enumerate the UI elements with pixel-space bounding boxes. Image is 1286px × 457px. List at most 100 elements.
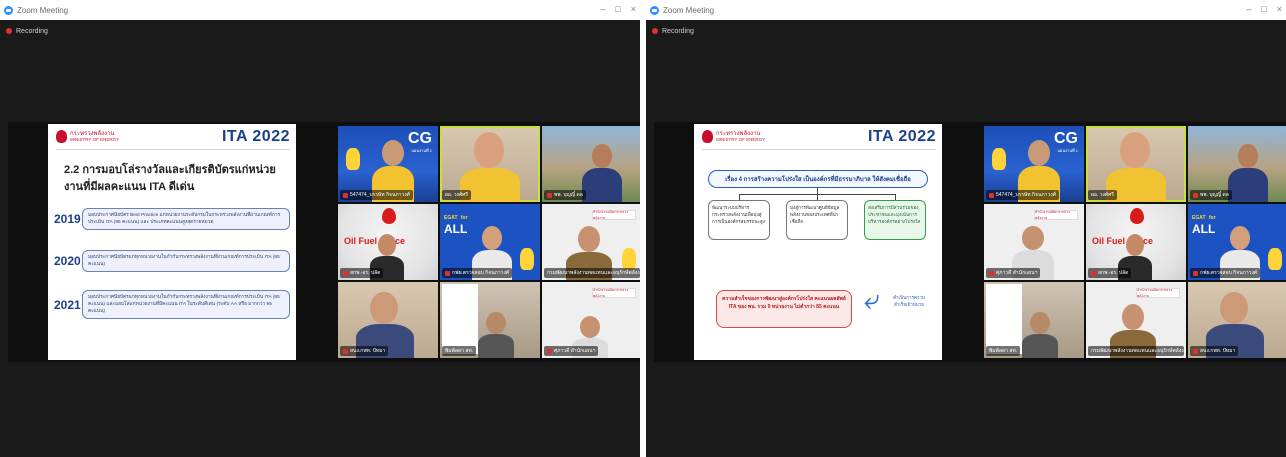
participant-name: ผอ. วงศ์ศรี [442,190,471,200]
ita-logo: ITA 2022 [221,128,290,145]
participant-tile[interactable]: พิมพ์ลดา สท. [440,282,540,358]
mic-muted-icon [989,192,994,198]
participant-name: กฟผ.ตรวจสอบ กิจนภาวงศ์ [1190,268,1261,278]
maximize-button[interactable]: □ [615,4,620,14]
slide-divider [56,149,290,150]
year-label: 2020 [54,254,81,268]
recording-dot-icon [6,28,12,34]
participant-grid: CG แผนงานที่ 1 547474_บรรษัท กิจนภาวงศ์ … [984,126,1286,358]
participant-head [482,226,502,250]
participant-tile[interactable]: EGAT for ALL กฟผ.ตรวจสอบ กิจนภาวงศ์ [1188,204,1286,280]
participant-body [582,168,622,202]
participant-tile[interactable]: CG แผนงานที่ 1 547474_บรรษัท กิจนภาวงศ์ [338,126,438,202]
participant-head [1238,144,1258,168]
recording-dot-icon [652,28,658,34]
participant-tile-active-speaker[interactable]: ผอ. วงศ์ศรี [440,126,540,202]
slide-title: เรื่อง 4 การสร้างความโปร่งใส เป็นองค์กรท… [708,170,928,188]
window-title: Zoom Meeting [663,5,715,15]
minimize-button[interactable]: – [600,4,605,14]
participant-tile[interactable]: สนง.กพท. ปัทมา [338,282,438,358]
mic-muted-icon [343,348,348,354]
slide-heading: 2.2 การมอบโล่รางวัลและเกียรติบัตรแก่หน่ว… [64,164,276,193]
participant-tile[interactable]: สำนักงานปลัดกระทรวงพลังงาน ศุภาวดี สำนัก… [542,282,640,358]
participant-grid: CG แผนงานที่ 1 547474_บรรษัท กิจนภาวงศ์ … [338,126,640,358]
ministry-emblem-icon [702,130,713,143]
cg-logo: CG [1054,130,1078,147]
participant-tile[interactable]: EGAT for ALL กฟผ.ตรวจสอบ กิจนภาวงศ์ [440,204,540,280]
mic-muted-icon [547,348,552,354]
mascot-icon [992,148,1006,170]
strategy-box: มุ่งสู่การพัฒนาศูนย์ข้อมูลพลังงานของประเ… [786,200,848,240]
cg-logo-caption: แผนงานที่ 1 [411,148,432,153]
mic-muted-icon [1091,270,1096,276]
ministry-logo: กระทรวงพลังงาน MINISTRY OF ENERGY [702,130,765,143]
participant-tile[interactable]: CG แผนงานที่ 1 547474_บรรษัท กิจนภาวงศ์ [984,126,1084,202]
participant-tile-active-speaker[interactable]: ผอ. วงศ์ศรี [1086,126,1186,202]
meeting-background [0,362,640,457]
year-row-2021: 2021 มอบประกาศนียบัตรแก่ทุกหน่วยงานในกำก… [54,290,290,319]
participant-head [1122,304,1144,330]
year-row-2020: 2020 มอบประกาศนียบัตรแก่ทุกหน่วยงานในกำก… [54,250,290,272]
close-button[interactable]: × [1277,4,1282,14]
meeting-background [646,362,1286,457]
slide-header: กระทรวงพลังงาน MINISTRY OF ENERGY ITA 20… [48,124,296,150]
participant-tile[interactable]: พพ. บุญญิ์ ดล [1188,126,1286,202]
title-bar: Zoom Meeting – □ × [646,0,1286,20]
year-label: 2019 [54,212,81,226]
egat-for-all-logo: EGAT for ALL [1192,215,1216,236]
year-description: มอบประกาศนียบัตรแก่ทุกหน่วยงานในกำกับกระ… [82,250,290,272]
mic-muted-icon [547,192,552,198]
participant-tile[interactable]: สนง.กพท. ปัทมา [1188,282,1286,358]
participant-head [370,292,398,324]
participant-head [1022,226,1044,250]
participant-name: สกพ.-อร. ปลัด [1088,268,1132,278]
recording-label: Recording [16,27,48,35]
participant-name: ศุภาวดี สำนักแผนฯ [986,268,1041,278]
participant-tile[interactable]: Oil Fuel Office สกพ.-อร. ปลัด [338,204,438,280]
mic-muted-icon [1193,348,1198,354]
participant-head [1230,226,1250,250]
year-label: 2021 [54,297,81,312]
participant-name: พพ. บุญญิ์ ดล [544,190,586,200]
participant-tile[interactable]: พิมพ์ลดา สท. [984,282,1084,358]
meeting-content: กระทรวงพลังงาน MINISTRY OF ENERGY ITA 20… [654,122,1286,362]
participant-tile[interactable]: Oil Fuel Office สกพ.-อร. ปลัด [1086,204,1186,280]
zoom-logo-icon [4,5,13,15]
mic-muted-icon [343,192,348,198]
participant-body [1228,168,1268,202]
title-bar: Zoom Meeting – □ × [0,0,640,20]
mic-muted-icon [445,270,450,276]
maximize-button[interactable]: □ [1261,4,1266,14]
participant-name: พิมพ์ลดา สท. [442,346,477,356]
participant-head [378,234,396,256]
minimize-button[interactable]: – [1246,4,1251,14]
year-row-2019: 2019 มอบประกาศนียบัตร Best Practice แก่ห… [54,208,290,230]
zoom-window-left: Zoom Meeting – □ × Recording กระทรวงพลัง… [0,0,640,457]
participant-head [580,316,600,338]
recording-indicator[interactable]: Recording [646,20,1286,42]
participant-name: กรมพัฒนาพลังงานทดแทนและอนุรักษ์พลังงาน [1088,346,1184,356]
strategy-box-highlight: ส่งเสริมการมีส่วนร่วมของประชาชนและมุ่งเน… [864,200,926,240]
participant-tile[interactable]: สำนักงานปลัดกระทรวงพลังงาน กรมพัฒนาพลังง… [1086,282,1186,358]
ministry-banner: สำนักงานปลัดกระทรวงพลังงาน [1136,288,1180,298]
participant-name: พพ. บุญญิ์ ดล [1190,190,1232,200]
participant-name: ศุภาวดี สำนักแผนฯ [544,346,599,356]
participant-tile[interactable]: สำนักงานปลัดกระทรวงพลังงาน กรมพัฒนาพลังง… [542,204,640,280]
participant-tile[interactable]: สำนักงานปลัดกระทรวงพลังงาน ศุภาวดี สำนัก… [984,204,1084,280]
window-title: Zoom Meeting [17,5,69,15]
participant-head [382,140,404,166]
participant-name: ผอ. วงศ์ศรี [1088,190,1117,200]
ministry-name-thai: กระทรวงพลังงาน [70,130,115,137]
close-button[interactable]: × [631,4,636,14]
shared-slide: กระทรวงพลังงาน MINISTRY OF ENERGY ITA 20… [694,124,942,360]
mic-muted-icon [343,270,348,276]
participant-name: 547474_บรรษัท กิจนภาวงศ์ [340,190,413,200]
participant-head [578,226,600,252]
recording-indicator[interactable]: Recording [0,20,640,42]
ministry-name-thai: กระทรวงพลังงาน [716,130,761,137]
participant-tile[interactable]: พพ. บุญญิ์ ดล [542,126,640,202]
result-box: ความสำเร็จของการพัฒนาสู่องค์กรโปร่งใส คะ… [716,290,852,328]
participant-body [1022,334,1058,358]
participant-name: กฟผ.ตรวจสอบ กิจนภาวงศ์ [442,268,513,278]
oil-drop-icon [1130,208,1144,224]
